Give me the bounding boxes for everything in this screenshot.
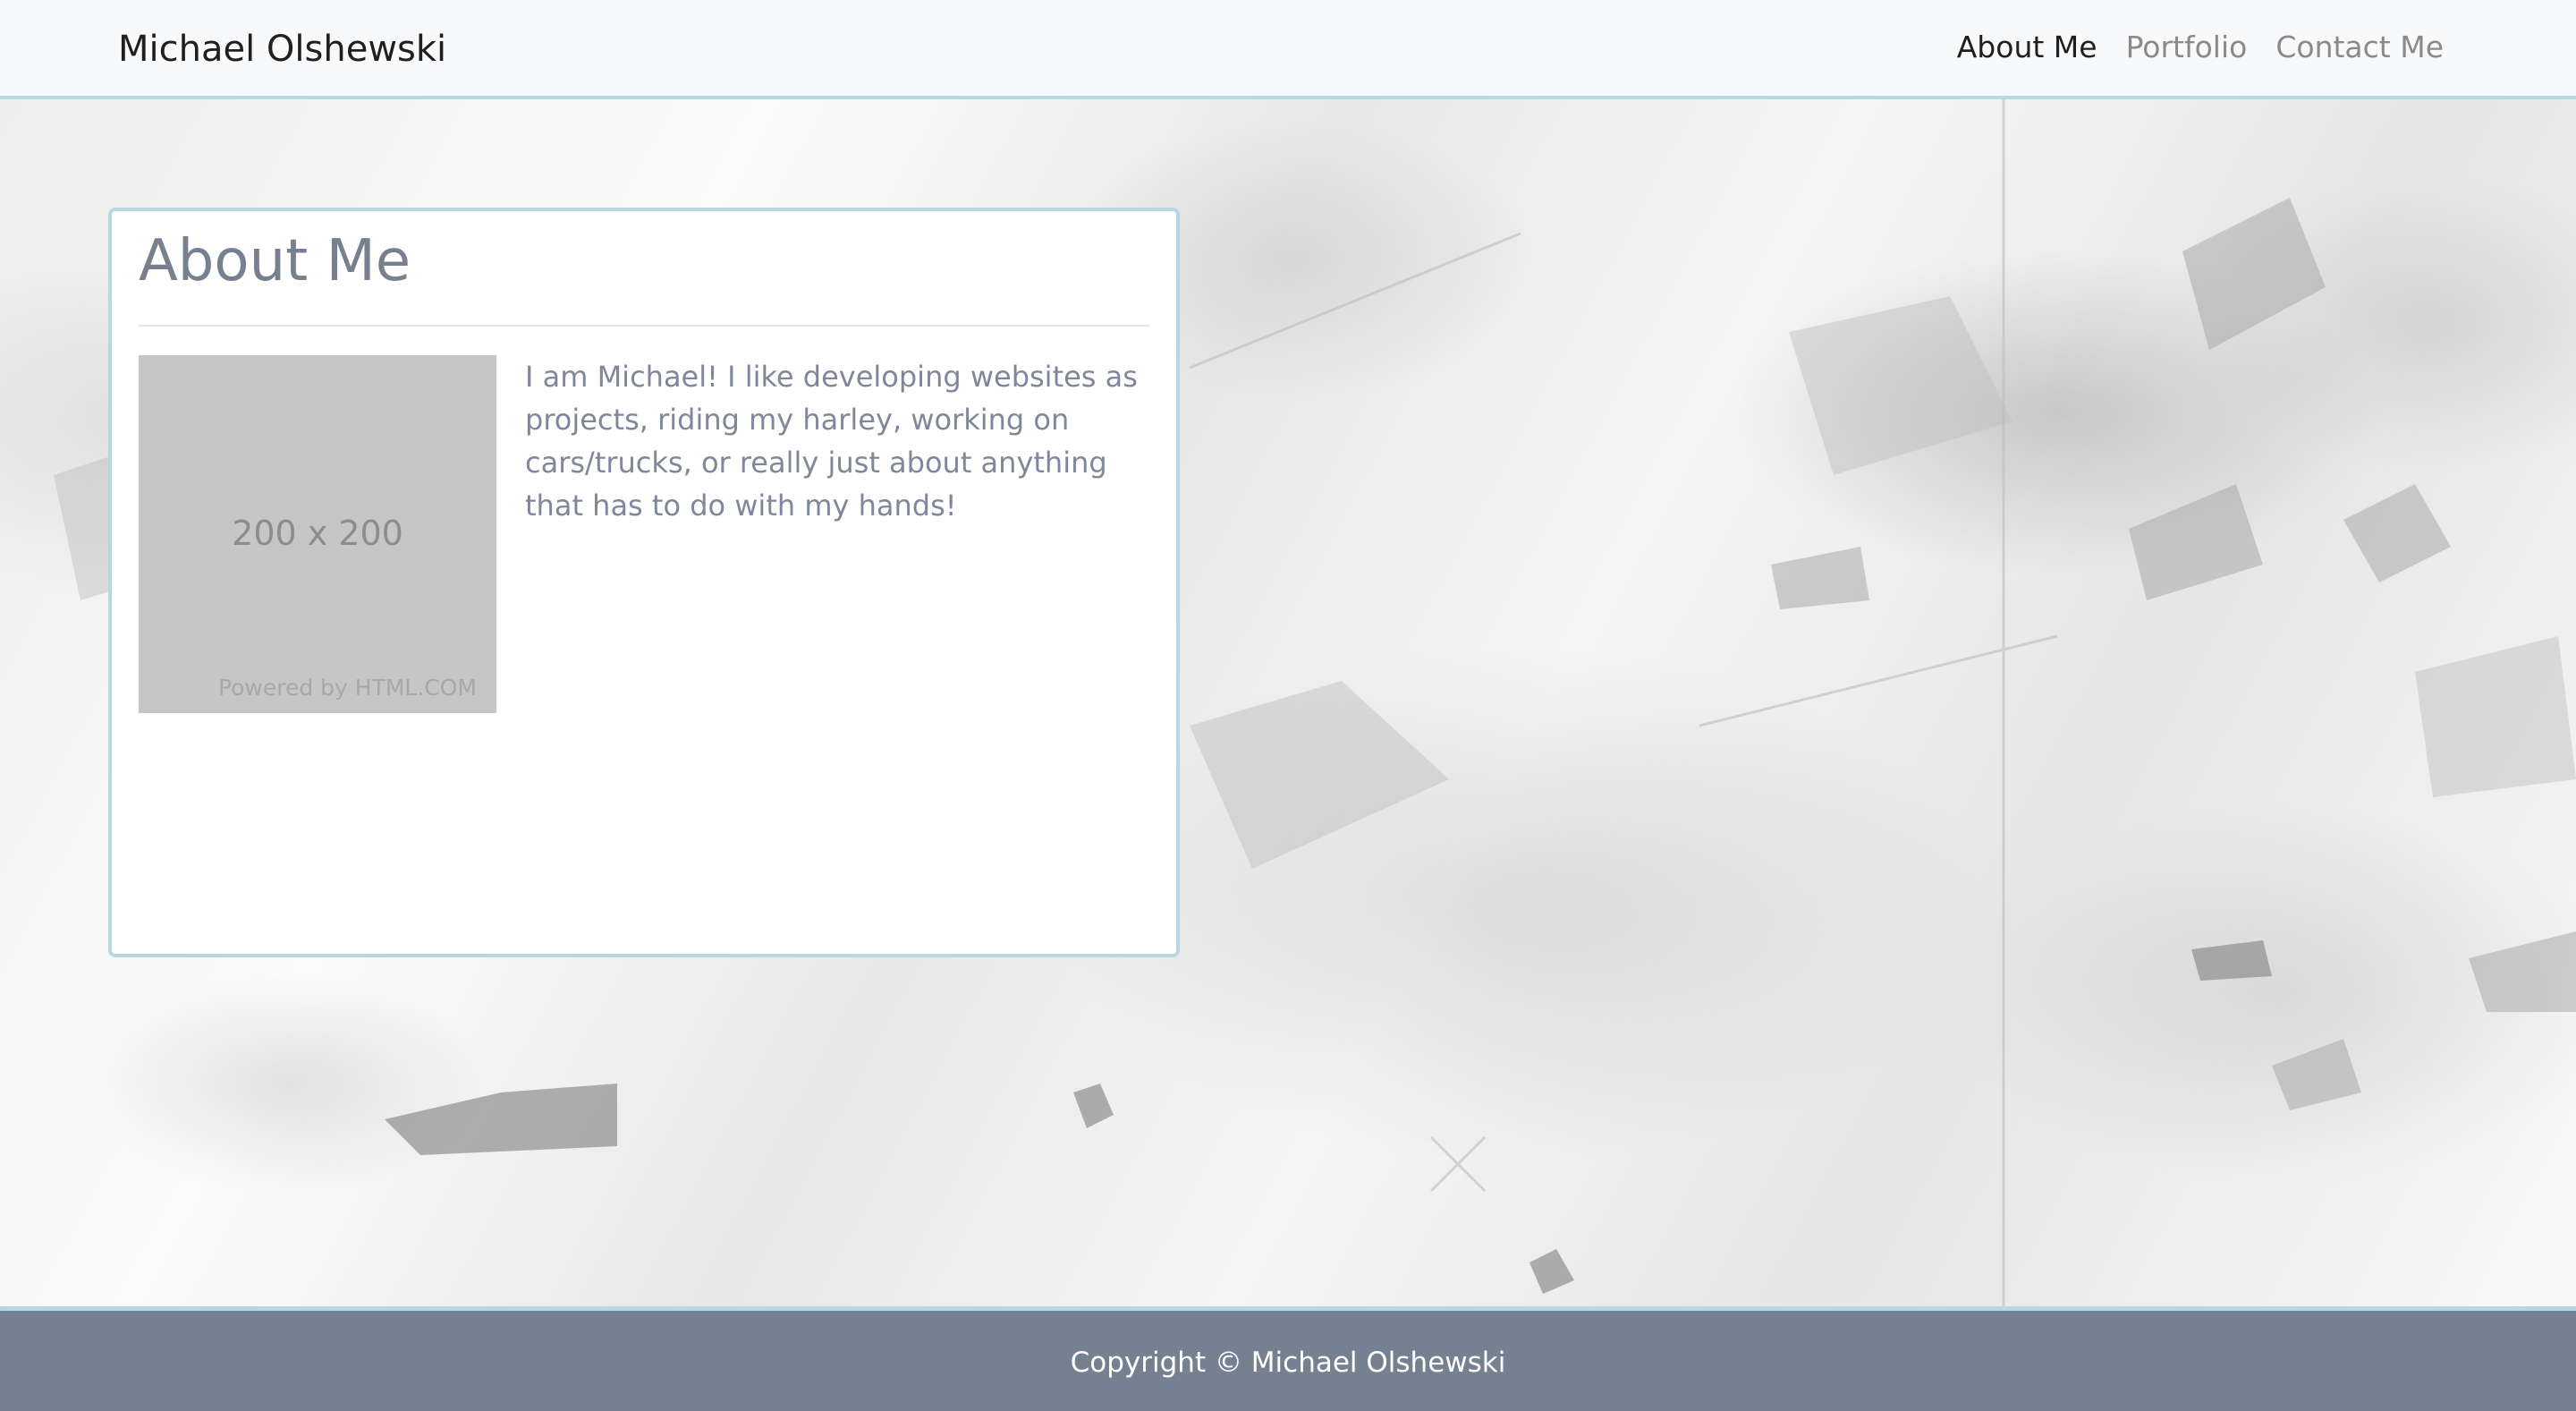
about-me-card: About Me 200 x 200 Powered by HTML.COM I… <box>108 208 1180 957</box>
heading-divider <box>139 325 1149 327</box>
nav-link-about-me[interactable]: About Me <box>1957 27 2097 68</box>
about-me-bio: I am Michael! I like developing websites… <box>525 360 1138 523</box>
placeholder-dimensions: 200 x 200 <box>232 514 403 553</box>
about-me-heading: About Me <box>139 228 411 294</box>
navbar: Michael Olshewski About Me Portfolio Con… <box>0 0 2576 99</box>
nav-link-contact-me[interactable]: Contact Me <box>2275 27 2444 68</box>
placeholder-powered-by: Powered by HTML.COM <box>217 675 477 701</box>
profile-image-placeholder: 200 x 200 Powered by HTML.COM <box>139 355 496 713</box>
navbar-brand[interactable]: Michael Olshewski <box>118 24 446 74</box>
nav-links: About Me Portfolio Contact Me <box>1957 27 2444 68</box>
footer: Copyright © Michael Olshewski <box>0 1306 2576 1411</box>
footer-copyright: Copyright © Michael Olshewski <box>1070 1347 1506 1379</box>
nav-link-portfolio[interactable]: Portfolio <box>2126 27 2248 68</box>
